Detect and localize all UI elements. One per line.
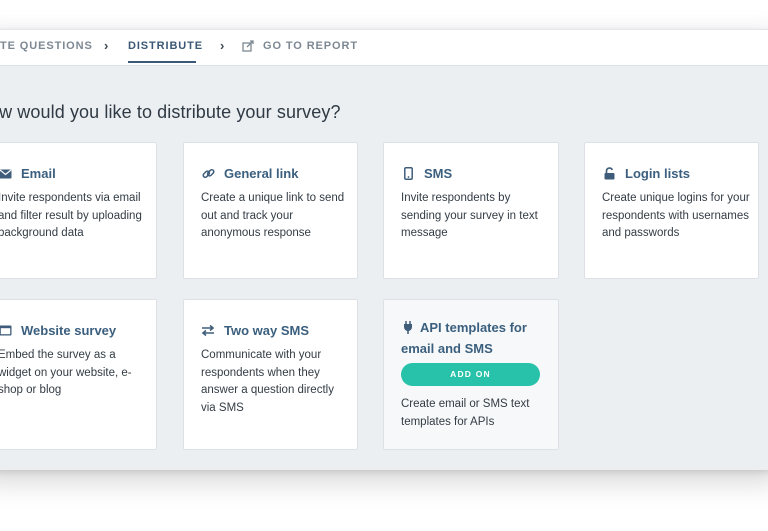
card-description-api-templates: Create email or SMS text templates for A… xyxy=(401,398,530,428)
link-icon xyxy=(201,164,215,185)
chevron-right-icon: › xyxy=(104,38,109,53)
plug-icon xyxy=(401,317,415,338)
card-title-two-way-sms: Two way SMS xyxy=(224,323,309,338)
step-create-questions[interactable]: TE QUESTIONS xyxy=(0,40,93,52)
step-navigation: TE QUESTIONS › DISTRIBUTE › GO TO REPORT xyxy=(0,30,768,66)
external-edit-icon xyxy=(242,40,254,52)
card-general-link[interactable]: General link Create a unique link to sen… xyxy=(183,142,358,279)
card-description-general-link: Create a unique link to send out and tra… xyxy=(201,192,345,239)
page-title: ow would you like to distribute your sur… xyxy=(0,102,341,122)
card-title-sms: SMS xyxy=(424,166,453,181)
card-login-lists[interactable]: Login lists Create unique logins for you… xyxy=(584,142,759,279)
step-distribute[interactable]: DISTRIBUTE xyxy=(128,40,203,52)
card-email[interactable]: Email Invite respondents via email and f… xyxy=(0,142,157,279)
chevron-right-icon: › xyxy=(220,38,225,53)
card-website-survey[interactable]: Website survey Embed the survey as a wid… xyxy=(0,299,157,450)
exchange-arrows-icon xyxy=(201,321,215,342)
app-window: TE QUESTIONS › DISTRIBUTE › GO TO REPORT… xyxy=(0,29,768,470)
add-on-button[interactable]: ADD ON xyxy=(401,363,540,386)
card-title-website-survey: Website survey xyxy=(21,323,117,338)
active-step-indicator xyxy=(128,61,196,63)
card-api-templates[interactable]: API templates for email and SMS ADD ON C… xyxy=(383,299,559,450)
card-description-email: Invite respondents via email and filter … xyxy=(0,192,142,239)
card-title-login-lists: Login lists xyxy=(625,166,690,181)
browser-window-icon xyxy=(0,321,12,342)
lock-icon xyxy=(602,164,616,185)
card-description-login-lists: Create unique logins for your respondent… xyxy=(602,192,750,239)
card-description-website-survey: Embed the survey as a widget on your web… xyxy=(0,349,132,396)
card-description-sms: Invite respondents by sending your surve… xyxy=(401,192,538,239)
card-sms[interactable]: SMS Invite respondents by sending your s… xyxy=(383,142,559,279)
mobile-icon xyxy=(401,164,415,185)
envelope-icon xyxy=(0,164,12,185)
card-title-api-templates: API templates for email and SMS xyxy=(401,320,527,356)
card-two-way-sms[interactable]: Two way SMS Communicate with your respon… xyxy=(183,299,358,450)
step-go-to-report[interactable]: GO TO REPORT xyxy=(263,40,358,52)
card-title-email: Email xyxy=(21,166,56,181)
card-description-two-way-sms: Communicate with your respondents when t… xyxy=(201,349,334,414)
screenshot-stage: TE QUESTIONS › DISTRIBUTE › GO TO REPORT… xyxy=(0,0,768,531)
card-title-general-link: General link xyxy=(224,166,299,181)
